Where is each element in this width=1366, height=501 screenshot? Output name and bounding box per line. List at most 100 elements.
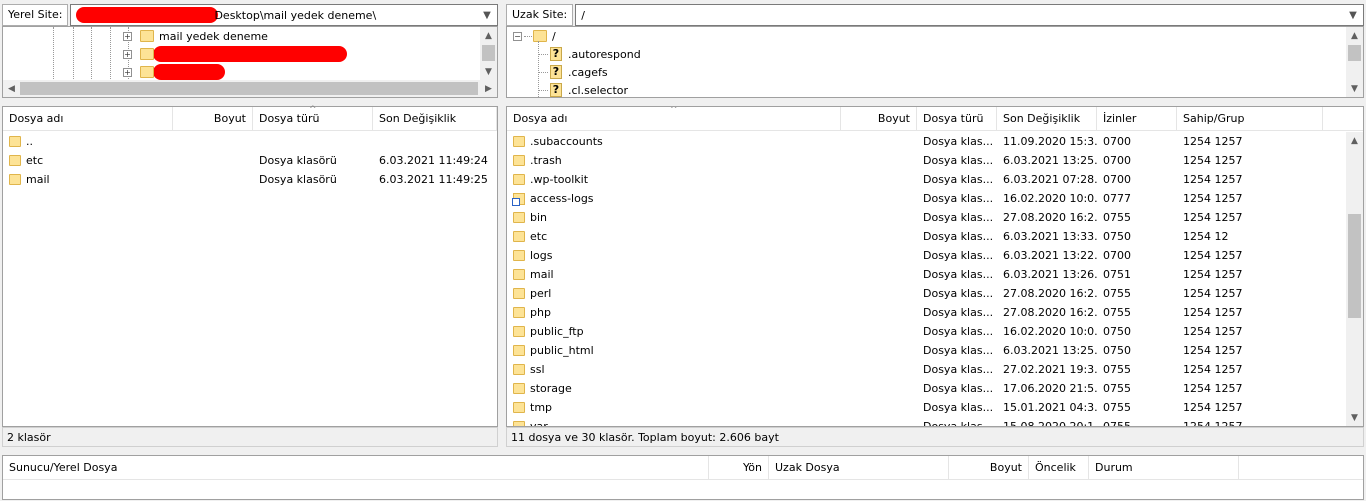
transfer-queue[interactable]: Sunucu/Yerel Dosya Yön Uzak Dosya Boyut … [2, 455, 1364, 500]
table-row[interactable]: logs Dosya klas... 6.03.2021 13:22... 0700 1… [507, 246, 1346, 265]
tree-item[interactable]: + mail yedek deneme [123, 27, 268, 45]
cell-modified: 15.08.2020 20:1... [1003, 420, 1097, 427]
folder-icon [513, 231, 525, 242]
table-row[interactable]: etc Dosya klasörü 6.03.2021 11:49:24 [3, 151, 488, 170]
scroll-down-icon[interactable]: ▼ [480, 63, 497, 80]
column-header-name[interactable]: Dosya adı [507, 107, 841, 131]
local-site-path-combo[interactable]: Desktop\mail yedek deneme\ ▼ [70, 4, 498, 26]
tree-item[interactable]: ? .cl.selector [538, 81, 628, 97]
collapse-icon[interactable]: − [513, 31, 522, 41]
remote-tree-vscrollbar[interactable]: ▲ ▼ [1346, 27, 1363, 97]
local-directory-tree[interactable]: + mail yedek deneme + + ▲ ▼ ◀ ▶ [2, 26, 498, 98]
tree-item[interactable]: + [123, 63, 225, 81]
column-header-name[interactable]: Dosya adı [3, 107, 173, 131]
cell-modified: 27.08.2020 16:2... [1003, 306, 1097, 319]
local-status-bar: 2 klasör [2, 427, 498, 447]
chevron-down-icon[interactable]: ▼ [1345, 7, 1361, 23]
scroll-left-icon[interactable]: ◀ [3, 80, 20, 97]
cell-modified: 27.02.2021 19:3... [1003, 363, 1097, 376]
cell-modified: 6.03.2021 11:49:25 [379, 173, 488, 186]
remote-site-path-combo[interactable]: / ▼ [575, 4, 1364, 26]
column-header-modified[interactable]: Son Değişiklik [373, 107, 497, 131]
column-header-owner[interactable]: Sahip/Grup [1177, 107, 1323, 131]
cell-owner: 1254 1257 [1183, 325, 1243, 338]
tree-root[interactable]: − / [513, 27, 556, 45]
cell-type: Dosya klas... [923, 268, 994, 281]
cell-name: var [507, 417, 841, 427]
expand-icon[interactable]: + [123, 49, 132, 59]
file-name: mail [530, 268, 554, 281]
table-row[interactable]: public_ftp Dosya klas... 16.02.2020 10:0..… [507, 322, 1346, 341]
table-row[interactable]: tmp Dosya klas... 15.01.2021 04:3... 0755 12… [507, 398, 1346, 417]
table-row[interactable]: storage Dosya klas... 17.06.2020 21:5... 07… [507, 379, 1346, 398]
cell-perms: 0755 [1103, 420, 1131, 427]
scroll-thumb[interactable] [1348, 45, 1361, 61]
folder-icon [513, 269, 525, 280]
table-row[interactable]: .. [3, 132, 480, 151]
table-row[interactable]: var Dosya klas... 15.08.2020 20:1... 0755 12… [507, 417, 1346, 427]
column-header-status[interactable]: Durum [1089, 456, 1239, 480]
scroll-right-icon[interactable]: ▶ [480, 80, 497, 97]
scroll-thumb[interactable] [1348, 214, 1361, 318]
tree-item[interactable]: ? .cagefs [538, 63, 608, 81]
folder-icon [513, 174, 525, 185]
table-row[interactable]: public_html Dosya klas... 6.03.2021 13:25.… [507, 341, 1346, 360]
cell-owner: 1254 1257 [1183, 268, 1243, 281]
column-header-type[interactable]: Dosya türü [253, 107, 373, 131]
scroll-down-icon[interactable]: ▼ [1346, 80, 1363, 97]
table-row[interactable]: .wp-toolkit Dosya klas... 6.03.2021 07:28.… [507, 170, 1346, 189]
column-header-remote-file[interactable]: Uzak Dosya [769, 456, 949, 480]
local-list-header: ^ Dosya adı Boyut Dosya türü Son Değişik… [3, 105, 497, 131]
expand-icon[interactable]: + [123, 31, 132, 41]
local-tree-hscrollbar[interactable]: ◀ ▶ [3, 80, 497, 97]
scroll-thumb[interactable] [482, 45, 495, 61]
cell-name: bin [507, 208, 841, 227]
table-row[interactable]: perl Dosya klas... 27.08.2020 16:2... 0755 1… [507, 284, 1346, 303]
table-row[interactable]: ssl Dosya klas... 27.02.2021 19:3... 0755 12… [507, 360, 1346, 379]
column-header-size[interactable]: Boyut [949, 456, 1029, 480]
file-name: logs [530, 249, 553, 262]
tree-item[interactable]: + [123, 45, 347, 63]
table-row[interactable]: .trash Dosya klas... 6.03.2021 13:25... 070… [507, 151, 1346, 170]
scroll-down-icon[interactable]: ▼ [1346, 409, 1363, 426]
file-name: php [530, 306, 551, 319]
remote-file-list[interactable]: ^ Dosya adı Boyut Dosya türü Son Değişik… [506, 106, 1364, 427]
scroll-up-icon[interactable]: ▲ [480, 27, 497, 44]
cell-owner: 1254 1257 [1183, 135, 1243, 148]
cell-modified: 16.02.2020 10:0... [1003, 192, 1097, 205]
column-header-size[interactable]: Boyut [841, 107, 917, 131]
remote-directory-tree[interactable]: − / ? .autorespond ? .cagefs ? .cl.selec… [506, 26, 1364, 98]
scroll-thumb[interactable] [20, 82, 478, 95]
table-row[interactable]: bin Dosya klas... 27.08.2020 16:2... 0755 12… [507, 208, 1346, 227]
column-header-direction[interactable]: Yön [709, 456, 769, 480]
table-row[interactable]: mail Dosya klas... 6.03.2021 13:26... 0751 1… [507, 265, 1346, 284]
column-header-type[interactable]: Dosya türü [917, 107, 997, 131]
column-header-modified[interactable]: Son Değişiklik [997, 107, 1097, 131]
scroll-up-icon[interactable]: ▲ [1346, 132, 1363, 149]
unknown-folder-icon: ? [550, 83, 562, 97]
table-row[interactable]: access-logs Dosya klas... 16.02.2020 10:0.… [507, 189, 1346, 208]
file-name: var [530, 420, 548, 427]
scroll-up-icon[interactable]: ▲ [1346, 27, 1363, 44]
tree-item-label: mail yedek deneme [159, 29, 268, 43]
local-file-list[interactable]: ^ Dosya adı Boyut Dosya türü Son Değişik… [2, 105, 498, 427]
column-header-permissions[interactable]: İzinler [1097, 107, 1177, 131]
column-header-priority[interactable]: Öncelik [1029, 456, 1089, 480]
cell-name: mail [507, 265, 841, 284]
table-row[interactable]: php Dosya klas... 27.08.2020 16:2... 0755 12… [507, 303, 1346, 322]
chevron-down-icon[interactable]: ▼ [479, 7, 495, 23]
cell-owner: 1254 1257 [1183, 249, 1243, 262]
table-row[interactable]: etc Dosya klas... 6.03.2021 13:33... 0750 12… [507, 227, 1346, 246]
tree-root-label: / [552, 29, 556, 43]
remote-list-vscrollbar[interactable]: ▲ ▼ [1346, 132, 1363, 426]
tree-item[interactable]: ? .autorespond [538, 45, 641, 63]
cell-modified: 11.09.2020 15:3... [1003, 135, 1097, 148]
column-header-local-file[interactable]: Sunucu/Yerel Dosya [3, 456, 709, 480]
folder-icon [513, 402, 525, 413]
table-row[interactable]: mail Dosya klasörü 6.03.2021 11:49:25 [3, 170, 488, 189]
column-header-size[interactable]: Boyut [173, 107, 253, 131]
table-row[interactable]: .subaccounts Dosya klas... 11.09.2020 15:3… [507, 132, 1346, 151]
local-tree-vscrollbar[interactable]: ▲ ▼ [480, 27, 497, 80]
file-name: public_html [530, 344, 594, 357]
expand-icon[interactable]: + [123, 67, 132, 77]
